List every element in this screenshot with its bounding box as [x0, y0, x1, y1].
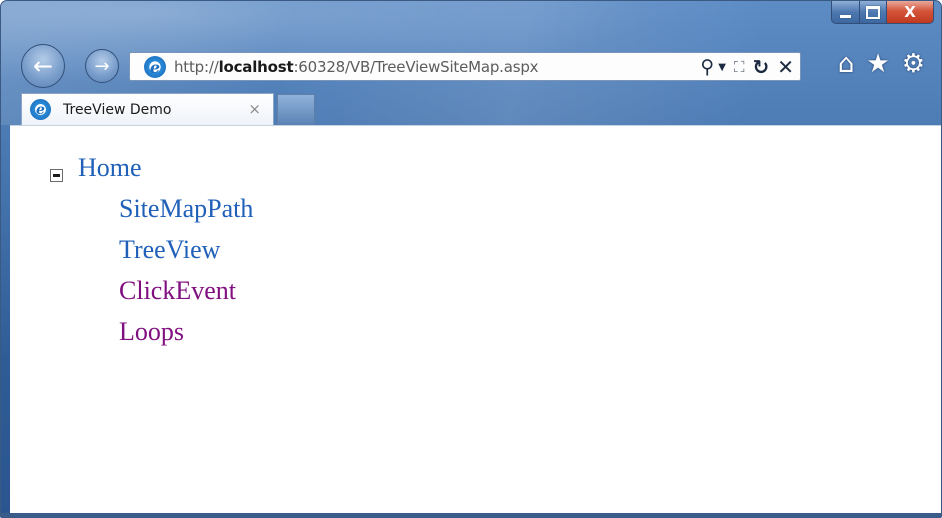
address-tools: ⚲ ▼ ⛶ ↻ ✕ — [700, 55, 794, 79]
tools-gear-icon[interactable]: ⚙ — [902, 49, 925, 79]
tab-treeview-demo[interactable]: e TreeView Demo × — [21, 93, 274, 126]
new-tab-button[interactable] — [277, 94, 315, 125]
ie-page-icon: e — [144, 56, 166, 78]
search-icon[interactable]: ⚲ — [700, 56, 714, 78]
minimize-icon — [840, 14, 851, 18]
back-arrow-icon: ← — [32, 52, 54, 80]
page-content: Home SiteMapPath TreeView ClickEvent Loo… — [10, 125, 941, 515]
dropdown-icon[interactable]: ▼ — [718, 62, 726, 73]
close-icon: X — [904, 3, 916, 21]
forward-button[interactable]: → — [85, 49, 119, 83]
collapse-toggle-icon[interactable] — [50, 169, 63, 182]
tree-node-loops[interactable]: Loops — [119, 317, 184, 347]
tree-node-sitemappath[interactable]: SiteMapPath — [119, 194, 253, 224]
window-bottom-border — [1, 513, 941, 517]
url-scheme: http:// — [174, 58, 219, 76]
back-button[interactable]: ← — [21, 44, 65, 88]
forward-arrow-icon: → — [94, 55, 110, 77]
maximize-button[interactable] — [860, 1, 887, 24]
maximize-icon — [866, 5, 880, 19]
address-bar[interactable]: e http://localhost:60328/VB/TreeViewSite… — [129, 52, 801, 81]
tab-close-icon[interactable]: × — [248, 100, 261, 118]
stop-icon[interactable]: ✕ — [777, 55, 794, 79]
close-window-button[interactable]: X — [887, 1, 934, 24]
tab-title: TreeView Demo — [63, 102, 172, 118]
browser-window: X ← → e http://localhost:60328/VB/TreeVi… — [0, 0, 942, 518]
tree-node-home[interactable]: Home — [78, 153, 142, 183]
window-caption-buttons: X — [831, 1, 934, 25]
minimize-button[interactable] — [831, 1, 860, 24]
browser-commands: ⌂ ★ ⚙ — [838, 49, 925, 79]
tree-node-clickevent[interactable]: ClickEvent — [119, 276, 236, 306]
refresh-icon[interactable]: ↻ — [752, 55, 769, 79]
ie-tab-icon: e — [30, 99, 51, 120]
home-icon[interactable]: ⌂ — [838, 49, 855, 79]
favorites-icon[interactable]: ★ — [866, 49, 889, 79]
address-url[interactable]: http://localhost:60328/VB/TreeViewSiteMa… — [174, 58, 539, 76]
url-path: :60328/VB/TreeViewSiteMap.aspx — [293, 58, 539, 76]
compatibility-view-icon[interactable]: ⛶ — [734, 58, 745, 76]
tree-node-treeview[interactable]: TreeView — [119, 235, 220, 265]
url-host: localhost — [218, 58, 294, 76]
